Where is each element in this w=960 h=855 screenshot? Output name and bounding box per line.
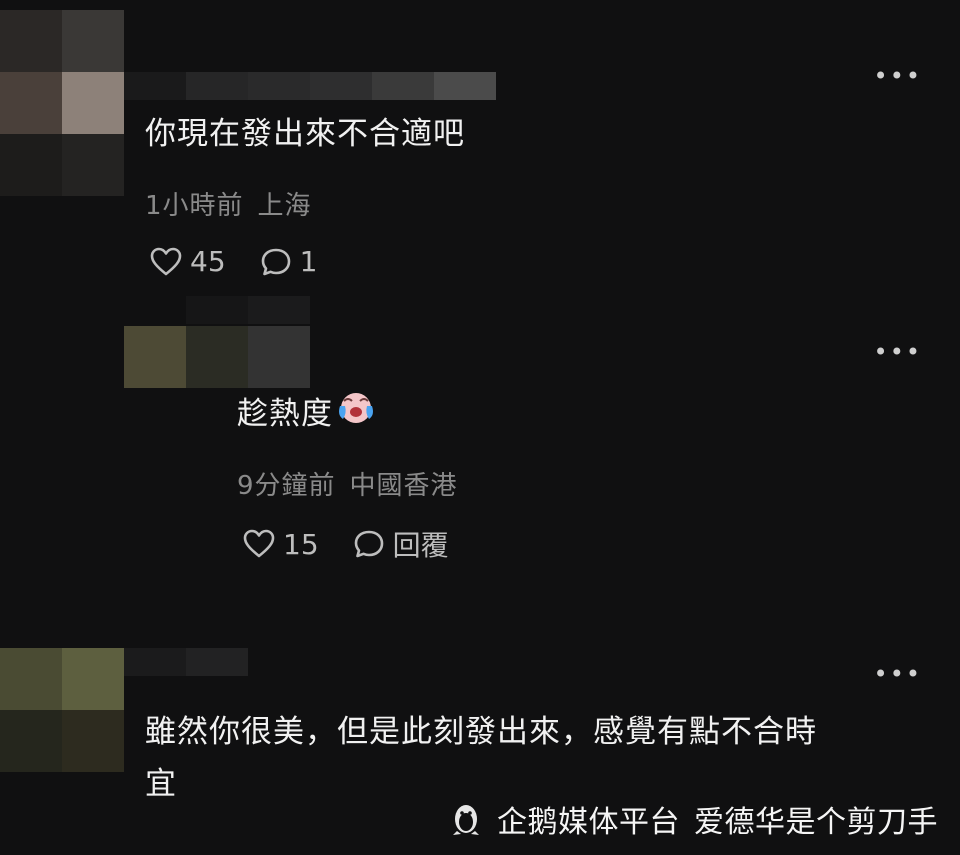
more-options-button[interactable]: •••	[874, 64, 922, 88]
watermark: 企鹅媒体平台 爱德华是个剪刀手	[449, 797, 938, 841]
comment-bubble-icon	[354, 530, 383, 558]
reply-count: 1	[299, 245, 318, 278]
comment-time: 1小時前	[145, 191, 244, 221]
like-button[interactable]: 45	[150, 245, 226, 278]
avatar[interactable]	[124, 326, 310, 388]
comment-text: 你現在發出來不合適吧	[145, 116, 465, 152]
comment-meta: 1小時前 上海	[145, 185, 312, 222]
comment-time: 9分鐘前	[237, 471, 336, 501]
comment-bubble-icon	[261, 248, 290, 275]
watermark-author: 爱德华是个剪刀手	[694, 805, 938, 840]
comment-actions: 45 1	[150, 245, 351, 278]
comment-location: 上海	[257, 191, 312, 221]
comments-screen: ••• 你現在發出來不合適吧 1小時前 上海 45 1 ••• 趁熱度 9分鐘前…	[0, 0, 960, 855]
like-count: 15	[283, 527, 319, 561]
username-blurred[interactable]	[186, 296, 310, 324]
comment-location: 中國香港	[349, 471, 458, 501]
reply-label: 回覆	[392, 529, 449, 562]
heart-icon	[243, 529, 275, 558]
crying-face-icon	[335, 389, 377, 443]
avatar[interactable]	[0, 10, 124, 196]
comment-text: 雖然你很美，但是此刻發出來，感覺有點不合時 宜	[145, 706, 817, 810]
comment-actions: 15 回覆	[243, 524, 483, 564]
heart-icon	[150, 247, 182, 275]
like-button[interactable]: 15	[243, 528, 319, 561]
comment-text-line-1: 雖然你很美，但是此刻發出來，感覺有點不合時	[145, 714, 817, 750]
avatar[interactable]	[0, 648, 124, 772]
comment-text-content: 趁熱度	[237, 396, 333, 432]
like-count: 45	[190, 245, 226, 278]
more-options-button[interactable]: •••	[874, 662, 922, 686]
comment-meta: 9分鐘前 中國香港	[237, 465, 458, 502]
penguin-logo-icon	[453, 805, 479, 835]
comment-text: 趁熱度	[237, 388, 377, 443]
username-blurred[interactable]	[124, 72, 496, 100]
reply-button[interactable]: 1	[260, 245, 318, 278]
more-options-button[interactable]: •••	[874, 340, 922, 364]
username-blurred[interactable]	[124, 648, 248, 676]
watermark-platform: 企鹅媒体平台	[497, 805, 680, 840]
reply-button[interactable]: 回覆	[353, 524, 449, 564]
